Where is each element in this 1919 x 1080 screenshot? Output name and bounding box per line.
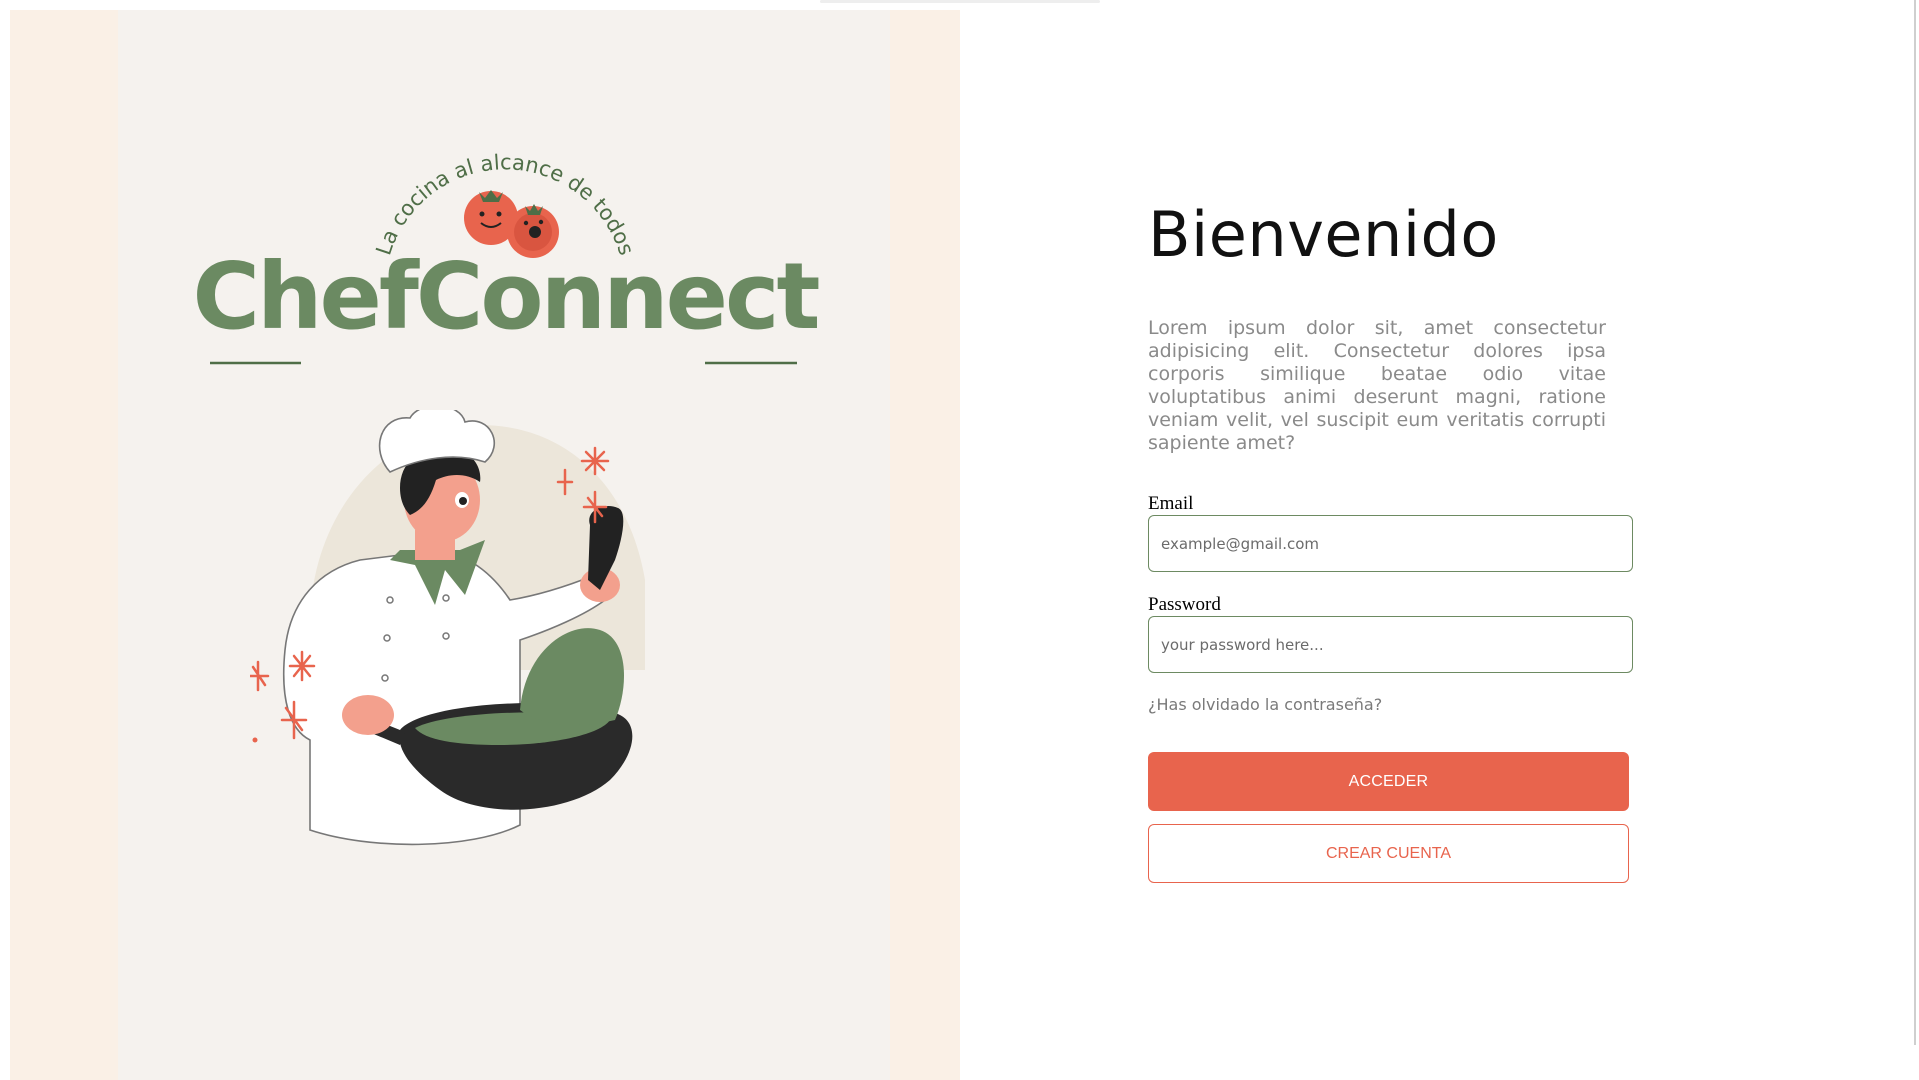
chef-illustration (250, 410, 645, 846)
email-label: Email (1148, 493, 1194, 514)
password-label: Password (1148, 594, 1221, 615)
create-account-button[interactable]: CREAR CUENTA (1148, 824, 1629, 883)
window-edge-line (1914, 0, 1916, 1045)
brand-logo: La cocina al alcance de todos ChefConnec… (192, 150, 822, 365)
email-input[interactable] (1148, 515, 1633, 572)
page-title: Bienvenido (1148, 198, 1499, 271)
login-button[interactable]: ACCEDER (1148, 752, 1629, 811)
brand-wordmark: ChefConnect (192, 243, 818, 350)
password-input[interactable] (1148, 616, 1633, 673)
login-form: Bienvenido Lorem ipsum dolor sit, amet c… (1148, 195, 1638, 883)
intro-paragraph: Lorem ipsum dolor sit, amet consectetur … (1148, 317, 1606, 454)
illustration-panel: La cocina al alcance de todos ChefConnec… (10, 10, 960, 1080)
forgot-password-link[interactable]: ¿Has olvidado la contraseña? (1148, 695, 1638, 714)
top-edge-hint (820, 0, 1100, 3)
login-page: La cocina al alcance de todos ChefConnec… (0, 0, 1919, 1080)
